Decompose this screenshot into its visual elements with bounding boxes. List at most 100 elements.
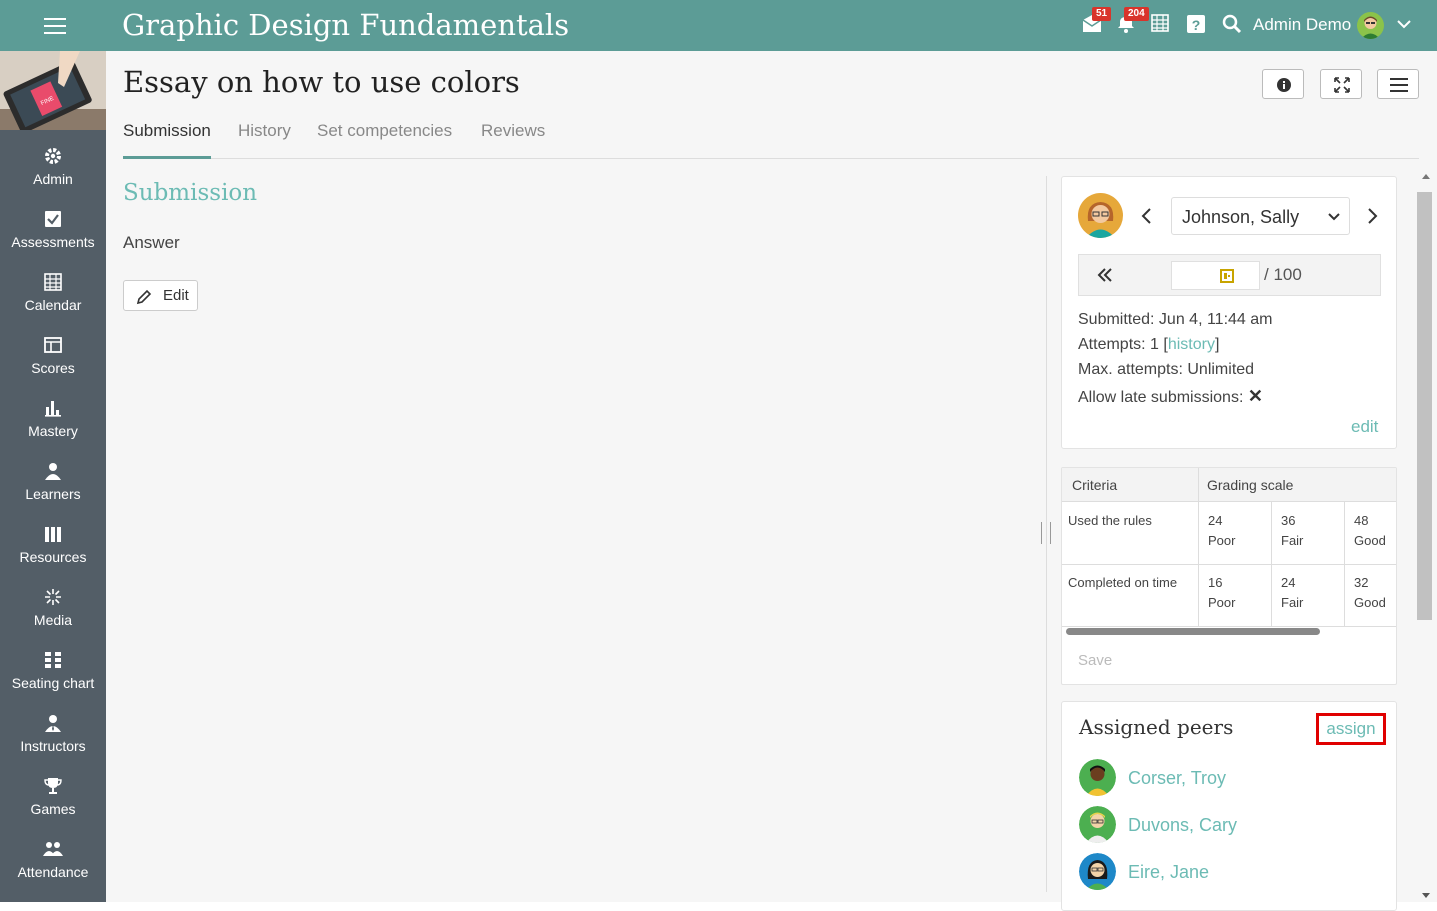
search-icon[interactable] xyxy=(1222,14,1244,36)
attempts-line: Attempts: 1 [history] xyxy=(1078,336,1220,353)
peer-avatar xyxy=(1079,806,1116,843)
rubric-horizontal-scrollbar[interactable] xyxy=(1066,628,1320,635)
trophy-icon xyxy=(44,778,62,794)
sidebar-item-label: Resources xyxy=(19,549,87,565)
sidebar: FINE Admin Assessments Calendar Scores M… xyxy=(0,51,106,902)
rubric-level[interactable]: 24 Fair xyxy=(1281,573,1303,613)
scroll-up-icon[interactable] xyxy=(1421,172,1431,180)
rubric-criteria: Used the rules xyxy=(1068,513,1152,528)
top-bar: Graphic Design Fundamentals 51 204 ? Adm… xyxy=(0,0,1437,51)
rubric-level[interactable]: 24 Poor xyxy=(1208,511,1235,551)
person-icon xyxy=(45,463,61,480)
sidebar-item-label: Admin xyxy=(33,171,73,187)
sidebar-item-attendance[interactable]: Attendance xyxy=(0,840,106,900)
previous-student-icon[interactable] xyxy=(1140,207,1154,225)
peer-item[interactable]: Duvons, Cary xyxy=(1079,806,1379,844)
messages-icon[interactable]: 51 xyxy=(1082,7,1112,36)
sidebar-item-label: Mastery xyxy=(28,423,78,439)
sidebar-item-seating-chart[interactable]: Seating chart xyxy=(0,651,106,711)
expand-icon xyxy=(1334,77,1350,93)
svg-text:?: ? xyxy=(1192,17,1201,33)
sidebar-item-mastery[interactable]: Mastery xyxy=(0,399,106,459)
chevron-down-icon[interactable] xyxy=(1397,17,1411,31)
assign-peers-link[interactable]: assign xyxy=(1316,713,1386,745)
options-menu-button[interactable] xyxy=(1377,69,1419,99)
rubric-header: Criteria Grading scale xyxy=(1062,468,1396,502)
double-chevron-left-icon[interactable] xyxy=(1096,267,1114,283)
seating-icon xyxy=(45,652,61,668)
sidebar-item-label: Games xyxy=(30,801,76,817)
criteria-header: Criteria xyxy=(1072,477,1118,493)
next-student-icon[interactable] xyxy=(1365,207,1379,225)
notifications-icon[interactable]: 204 xyxy=(1116,7,1149,36)
student-select[interactable]: Johnson, Sally xyxy=(1171,197,1350,235)
sidebar-item-admin[interactable]: Admin xyxy=(0,147,106,207)
peer-item[interactable]: Corser, Troy xyxy=(1079,759,1379,797)
info-icon xyxy=(1277,78,1291,92)
rubric-icon[interactable] xyxy=(1220,269,1234,283)
tab-bar: Submission History Set competencies Revi… xyxy=(123,121,1419,159)
submitted-date: Submitted: Jun 4, 11:44 am xyxy=(1078,311,1273,328)
group-icon xyxy=(43,842,63,856)
info-button[interactable] xyxy=(1262,69,1304,99)
max-attempts: Max. attempts: Unlimited xyxy=(1078,361,1255,378)
edit-answer-button[interactable]: Edit xyxy=(123,280,198,311)
rubric-criteria: Completed on time xyxy=(1068,575,1178,590)
rubric-level[interactable]: 16 Poor xyxy=(1208,573,1235,613)
sidebar-item-calendar[interactable]: Calendar xyxy=(0,273,106,333)
history-link[interactable]: history xyxy=(1168,336,1215,353)
resize-handle[interactable] xyxy=(1041,522,1051,544)
sidebar-item-assessments[interactable]: Assessments xyxy=(0,210,106,270)
calendar-icon[interactable] xyxy=(1151,14,1173,36)
sidebar-item-label: Scores xyxy=(31,360,75,376)
score-input[interactable] xyxy=(1171,261,1260,290)
peer-avatar xyxy=(1079,853,1116,890)
rubric-level[interactable]: 32 Good xyxy=(1354,573,1386,613)
page-title: Essay on how to use colors xyxy=(123,65,520,99)
peer-item[interactable]: Eire, Jane xyxy=(1079,853,1379,891)
sidebar-item-instructors[interactable]: Instructors xyxy=(0,714,106,774)
course-thumbnail[interactable]: FINE xyxy=(0,51,106,130)
fullscreen-button[interactable] xyxy=(1320,69,1362,99)
rubric-level[interactable]: 48 Good xyxy=(1354,511,1386,551)
scrollbar-thumb[interactable] xyxy=(1417,192,1432,620)
sidebar-item-label: Instructors xyxy=(20,738,86,754)
menu-toggle-icon[interactable] xyxy=(44,18,66,34)
tab-set-competencies[interactable]: Set competencies xyxy=(317,121,452,159)
tab-reviews[interactable]: Reviews xyxy=(481,121,545,159)
edit-settings-link[interactable]: edit xyxy=(1351,417,1378,437)
grading-card: Johnson, Sally / 100 Submitted: Jun 4, 1… xyxy=(1061,176,1397,449)
peer-name: Corser, Troy xyxy=(1128,768,1227,788)
pencil-icon xyxy=(136,289,152,305)
sidebar-item-resources[interactable]: Resources xyxy=(0,525,106,585)
content-area: Submission Answer Edit Johnson, Sally / … xyxy=(106,174,1437,911)
scroll-down-icon[interactable] xyxy=(1421,892,1431,900)
tab-history[interactable]: History xyxy=(238,121,291,159)
save-button[interactable]: Save xyxy=(1078,652,1112,669)
sidebar-item-media[interactable]: Media xyxy=(0,588,106,648)
edit-label: Edit xyxy=(163,287,189,304)
help-icon[interactable]: ? xyxy=(1187,14,1209,36)
close-icon: ✕ xyxy=(1247,386,1263,406)
course-title[interactable]: Graphic Design Fundamentals xyxy=(122,8,569,42)
score-max: / 100 xyxy=(1264,265,1302,284)
instructor-icon xyxy=(45,715,61,732)
late-submissions-line: Allow late submissions: ✕ xyxy=(1078,386,1263,406)
user-avatar[interactable] xyxy=(1357,12,1384,39)
user-name[interactable]: Admin Demo xyxy=(1253,15,1351,35)
peer-name: Eire, Jane xyxy=(1128,862,1210,882)
sidebar-item-label: Learners xyxy=(25,486,81,502)
assigned-peers-title: Assigned peers xyxy=(1079,715,1234,739)
sidebar-item-learners[interactable]: Learners xyxy=(0,462,106,522)
messages-badge: 51 xyxy=(1092,7,1112,21)
sidebar-item-label: Attendance xyxy=(17,864,89,880)
peer-avatar xyxy=(1079,759,1116,796)
submission-heading: Submission xyxy=(123,180,258,206)
sidebar-item-scores[interactable]: Scores xyxy=(0,336,106,396)
rubric-level[interactable]: 36 Fair xyxy=(1281,511,1303,551)
notifications-badge: 204 xyxy=(1124,7,1149,21)
tab-submission[interactable]: Submission xyxy=(123,121,211,159)
sidebar-item-games[interactable]: Games xyxy=(0,777,106,837)
student-avatar xyxy=(1078,193,1123,238)
score-row: / 100 xyxy=(1078,254,1381,296)
